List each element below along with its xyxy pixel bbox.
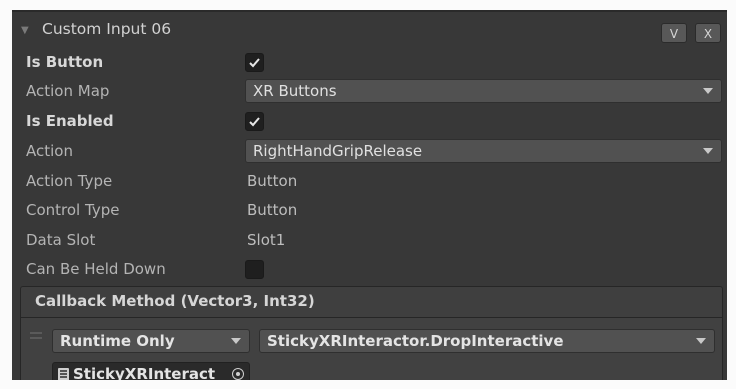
action-map-value: XR Buttons [253,82,337,100]
object-field[interactable]: StickyXRInteract [52,362,250,380]
can-be-held-down-checkbox[interactable] [245,260,264,279]
object-picker-icon[interactable] [232,368,244,380]
component-header: ▼ Custom Input 06 V X [12,12,727,52]
action-value: RightHandGripRelease [253,142,423,160]
checkmark-icon [249,58,260,68]
foldout-arrow-icon[interactable]: ▼ [21,25,29,36]
dropdown-arrow-icon [231,338,241,344]
can-be-held-down-row: Can Be Held Down [12,256,727,284]
action-label: Action [26,142,73,160]
callback-event-body: Runtime Only StickyXRInteractor.DropInte… [20,317,723,380]
object-value: StickyXRInteract [73,365,216,380]
action-map-label: Action Map [26,82,110,100]
action-type-row: Action Type Button [12,168,727,196]
method-dropdown[interactable]: StickyXRInteractor.DropInteractive [259,329,715,353]
is-button-row: Is Button [12,49,727,77]
dropdown-arrow-icon [696,338,706,344]
control-type-value: Button [247,201,298,219]
action-type-label: Action Type [26,172,113,190]
is-enabled-label: Is Enabled [26,112,114,130]
callback-event-header: Callback Method (Vector3, Int32) [20,286,723,318]
drag-handle-icon[interactable] [30,332,42,342]
is-enabled-checkbox[interactable] [245,112,264,131]
action-dropdown[interactable]: RightHandGripRelease [245,139,722,163]
control-type-row: Control Type Button [12,197,727,225]
checkmark-icon [249,117,260,127]
close-button[interactable]: X [695,23,721,43]
action-map-dropdown[interactable]: XR Buttons [245,79,722,103]
runtime-dropdown[interactable]: Runtime Only [52,329,250,353]
control-type-label: Control Type [26,201,120,219]
data-slot-value: Slot1 [247,231,286,249]
runtime-value: Runtime Only [60,332,175,350]
dropdown-arrow-icon [703,88,713,94]
action-row: Action RightHandGripRelease [12,138,727,166]
action-type-value: Button [247,172,298,190]
is-button-label: Is Button [26,53,104,71]
v-button[interactable]: V [661,23,687,43]
is-button-checkbox[interactable] [245,53,264,72]
data-slot-label: Data Slot [26,231,96,249]
can-be-held-down-label: Can Be Held Down [26,260,166,278]
method-value: StickyXRInteractor.DropInteractive [267,332,564,350]
action-map-row: Action Map XR Buttons [12,78,727,106]
data-slot-row: Data Slot Slot1 [12,227,727,255]
dropdown-arrow-icon [703,148,713,154]
component-title: Custom Input 06 [42,20,172,38]
callback-title: Callback Method (Vector3, Int32) [35,292,315,310]
custom-input-panel: ▼ Custom Input 06 V X Is Button Action M… [12,10,727,380]
is-enabled-row: Is Enabled [12,108,727,136]
script-icon [58,368,69,380]
